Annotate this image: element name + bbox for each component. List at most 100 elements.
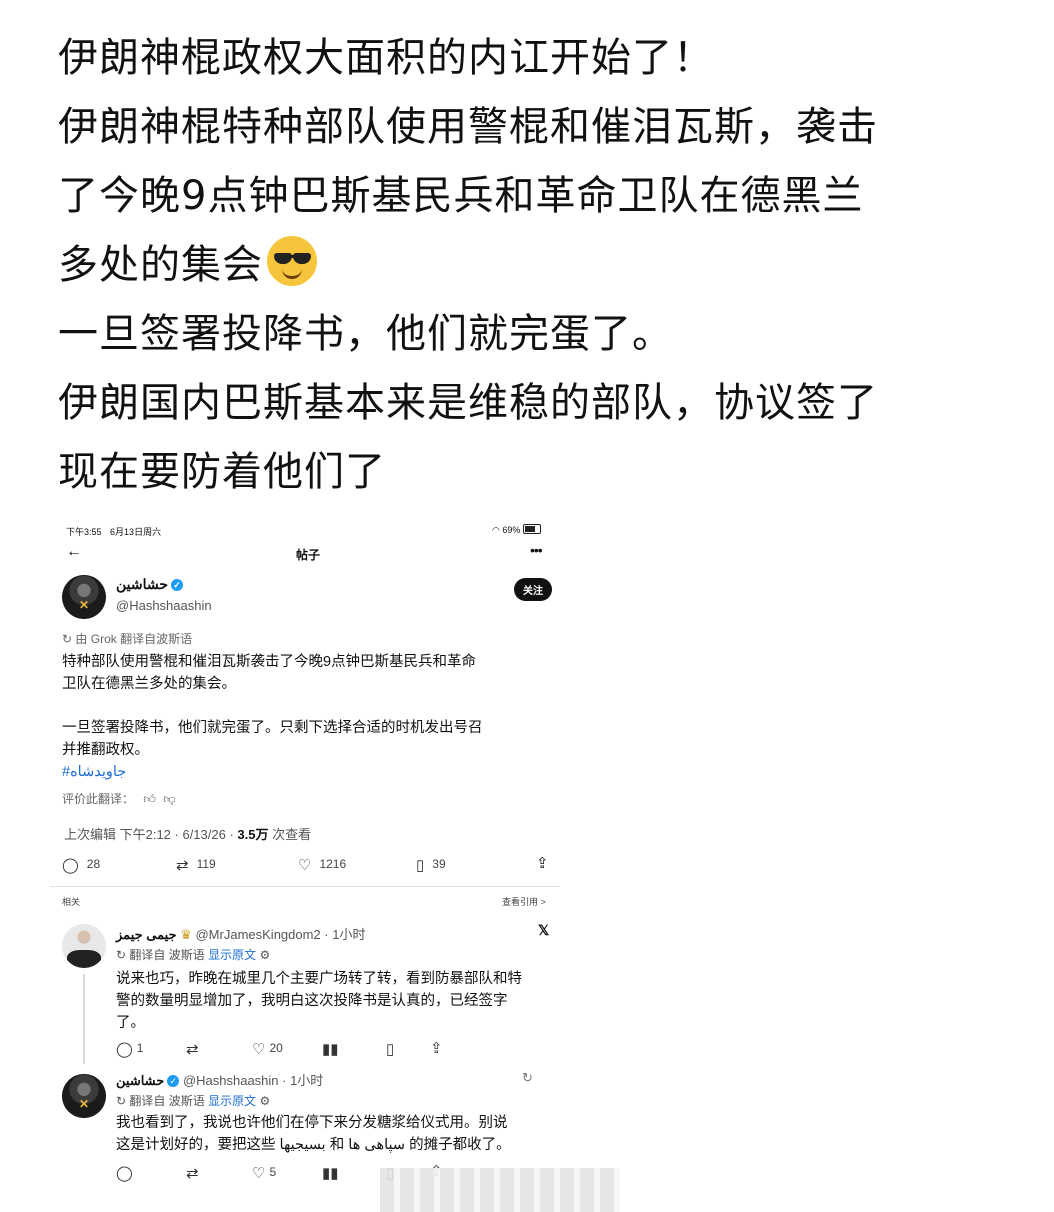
settings-icon[interactable]: ⚙ — [259, 948, 270, 962]
reply-icon: ◯ — [116, 1165, 133, 1182]
reply-repost[interactable]: ⇄ — [186, 1164, 207, 1182]
reply-text-line: 我也看到了，我说也许他们在停下来分发糖浆给仪式用。别说 — [116, 1115, 508, 1131]
reply-icon: ◯ — [116, 1041, 133, 1058]
reply-header: جیمی جیمز ♛ @MrJamesKingdom2 · 1小时 — [116, 924, 365, 943]
replies-sort[interactable]: 相关 — [62, 895, 80, 908]
edit-time: 上次编辑 下午2:12 · 6/13/26 · — [64, 827, 238, 842]
translate-icon: ↻ — [116, 1094, 127, 1108]
view-suffix: 次查看 — [268, 827, 312, 842]
settings-icon[interactable]: ⚙ — [259, 1094, 270, 1108]
post-text-line: 并推翻政权。 — [62, 742, 149, 758]
post-text-line: 特种部队使用警棍和催泪瓦斯袭击了今晚9点钟巴斯基民兵和革命 — [62, 654, 477, 670]
reply-views[interactable]: ▮▮ — [322, 1040, 347, 1058]
reply-count[interactable]: ◯ 28 — [62, 856, 100, 874]
share-icon: ⇪ — [430, 1040, 443, 1057]
reply-text-line: 这是计划好的，要把这些 بسیجیها 和 سپاهی ها 的摊子都收了。 — [116, 1137, 511, 1153]
like-count-value: 20 — [269, 1041, 283, 1056]
reply-text-line: 了。 — [116, 1015, 145, 1031]
bookmark-icon: ▯ — [416, 857, 425, 874]
hashtag-link[interactable]: #جاویدشاه — [62, 761, 557, 783]
reply-reply-count[interactable]: ◯ 1 — [116, 1040, 143, 1058]
reply-translated-text: 翻译自 波斯语 — [129, 1094, 205, 1108]
reply-handle-time[interactable]: @Hashshaashin · 1小时 — [183, 1073, 323, 1088]
caption-line: 了今晚9点钟巴斯基民兵和革命卫队在德黑兰 — [58, 173, 864, 219]
translated-by-text: 由 Grok 翻译自波斯语 — [75, 632, 193, 646]
like-count-value: 5 — [269, 1165, 277, 1180]
reply-like-count[interactable]: ♡ 5 — [252, 1164, 276, 1182]
author-name[interactable]: حشاشين ✓ — [116, 576, 184, 593]
show-original-link[interactable]: 显示原文 — [208, 948, 256, 962]
reply-bookmark[interactable]: ▯ — [386, 1040, 402, 1058]
bookmark-icon: ▯ — [386, 1041, 395, 1058]
repost-icon: ⇄ — [186, 1165, 199, 1182]
reply-handle-time[interactable]: @MrJamesKingdom2 · 1小时 — [195, 927, 365, 942]
reply-body: 说来也巧，昨晚在城里几个主要广场转了转，看到防暴部队和特 警的数量明显增加了，我… — [116, 968, 556, 1034]
reply-author-name[interactable]: حشاشين — [116, 1073, 164, 1088]
caption-line: 伊朗国内巴斯基本来是维稳的部队，协议签了 — [58, 380, 878, 426]
avatar[interactable]: ✕ — [62, 575, 106, 619]
like-count[interactable]: ♡ 1216 — [298, 856, 346, 874]
post-meta: 上次编辑 下午2:12 · 6/13/26 · 3.5万 次查看 — [64, 824, 311, 843]
crown-icon: ♛ — [180, 927, 192, 942]
reply-reply[interactable]: ◯ — [116, 1164, 141, 1182]
x-logo-icon: 𝕏 — [538, 922, 550, 938]
view-count: 3.5万 — [237, 827, 269, 842]
reply-text-line: 警的数量明显增加了，我明白这次投降书是认真的，已经签字 — [116, 993, 508, 1009]
rate-translation-label: 评价此翻译： — [62, 792, 135, 806]
translation-note: ↻ 由 Grok 翻译自波斯语 — [62, 630, 192, 647]
watermark-bar — [380, 1168, 620, 1212]
rate-translation: 评价此翻译： 👍︎ 👎︎ — [62, 790, 175, 807]
views-icon: ▮▮ — [322, 1165, 339, 1182]
heart-icon: ♡ — [252, 1165, 266, 1182]
wifi-icon: ◠ — [492, 525, 500, 535]
post-body: 特种部队使用警棍和催泪瓦斯袭击了今晚9点钟巴斯基民兵和革命 卫队在德黑兰多处的集… — [62, 651, 557, 783]
view-quotes-link[interactable]: 查看引用 > — [502, 895, 546, 908]
show-original-link[interactable]: 显示原文 — [208, 1094, 256, 1108]
verified-badge-icon: ✓ — [167, 1075, 180, 1087]
reply-like-count[interactable]: ♡ 20 — [252, 1040, 283, 1058]
thumbs-down-icon[interactable]: 👎︎ — [163, 792, 175, 806]
reply-avatar[interactable]: ✕ — [62, 1074, 106, 1118]
share-icon[interactable]: ⇪ — [536, 854, 549, 872]
reply-views[interactable]: ▮▮ — [322, 1164, 347, 1182]
bookmark-count-value: 39 — [432, 857, 446, 872]
thumbs-up-icon[interactable]: 👍︎ — [143, 792, 156, 806]
caption-line: 一旦签署投降书，他们就完蛋了。 — [58, 311, 673, 357]
caption-line-text: 多处的集会 — [58, 242, 263, 288]
reply-translation-note: ↻ 翻译自 波斯语 显示原文 ⚙ — [116, 1092, 270, 1109]
follow-button[interactable]: 关注 — [514, 578, 552, 601]
reply-repost[interactable]: ⇄ — [186, 1040, 207, 1058]
translate-icon: ↻ — [116, 948, 127, 962]
nav-title: 帖子 — [296, 548, 321, 562]
reply-text-line: 说来也巧，昨晚在城里几个主要广场转了转，看到防暴部队和特 — [116, 971, 522, 987]
sunglasses-emoji-icon — [267, 236, 317, 286]
author-handle[interactable]: @Hashshaashin — [116, 598, 212, 613]
post-text-line: 一旦签署投降书，他们就完蛋了。只剩下选择合适的时机发出号召 — [62, 720, 483, 736]
divider — [50, 886, 560, 887]
caption-line: 伊朗神棍政权大面积的内讧开始了！ — [58, 35, 714, 81]
views-icon: ▮▮ — [322, 1041, 339, 1058]
caption-line: 现在要防着他们了 — [58, 449, 386, 495]
repost-count-value: 119 — [196, 857, 216, 872]
repost-count[interactable]: ⇄ 119 — [176, 856, 216, 874]
reply-author-name[interactable]: جیمی جیمز — [116, 927, 177, 942]
bookmark-count[interactable]: ▯ 39 — [416, 856, 446, 874]
repost-icon: ⇄ — [186, 1041, 199, 1058]
reply-icon: ◯ — [62, 857, 79, 874]
more-options-icon[interactable]: ••• — [530, 542, 543, 558]
battery-percent: 69% — [502, 525, 521, 535]
translate-toggle-icon[interactable]: ↻ — [522, 1070, 533, 1086]
translate-icon: ↻ — [62, 632, 73, 646]
reply-avatar[interactable] — [62, 924, 106, 968]
heart-icon: ♡ — [252, 1041, 266, 1058]
caption-line: 伊朗神棍特种部队使用警棍和催泪瓦斯，袭击 — [58, 104, 878, 150]
post-caption: 伊朗神棍政权大面积的内讧开始了！ 伊朗神棍特种部队使用警棍和催泪瓦斯，袭击 了今… — [58, 24, 1018, 507]
reply-translation-note: ↻ 翻译自 波斯语 显示原文 ⚙ — [116, 946, 270, 963]
post-text-line: 卫队在德黑兰多处的集会。 — [62, 676, 236, 692]
author-display-name[interactable]: حشاشين — [116, 576, 168, 592]
reply-share[interactable]: ⇪ — [430, 1039, 451, 1057]
back-arrow-icon[interactable]: ← — [66, 543, 82, 561]
verified-badge-icon: ✓ — [171, 579, 184, 591]
reply-count-value: 1 — [136, 1041, 144, 1056]
battery-icon — [522, 524, 541, 534]
